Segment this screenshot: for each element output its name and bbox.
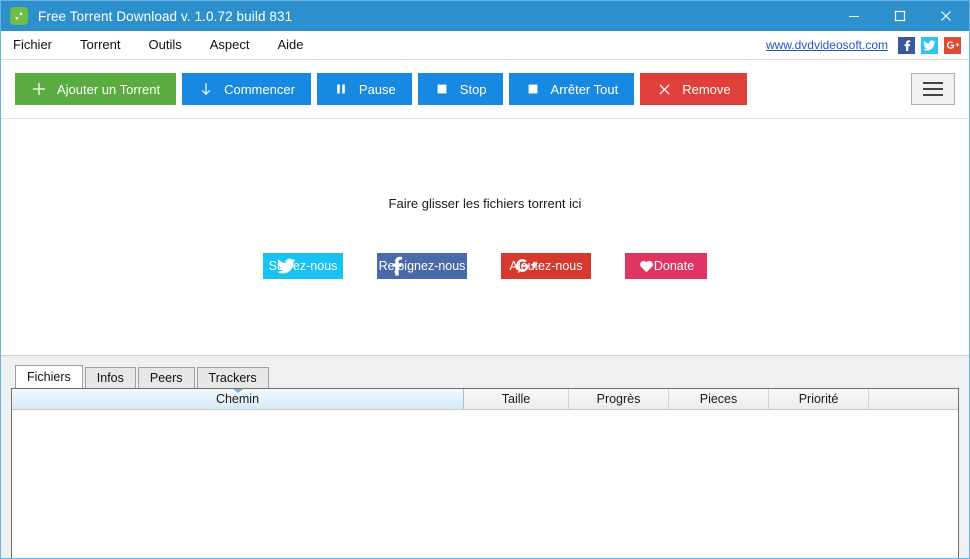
column-header-progres[interactable]: Progrès — [569, 389, 669, 409]
hamburger-line-1 — [923, 82, 943, 84]
maximize-button[interactable] — [877, 1, 923, 31]
pause-icon — [333, 81, 349, 97]
column-header-priorite[interactable]: Priorité — [769, 389, 869, 409]
stop-all-button[interactable]: Arrêter Tout — [508, 73, 635, 105]
hamburger-line-3 — [923, 94, 943, 96]
donate-sibling-label: Ajoutez-nous — [509, 259, 583, 273]
torrent-drop-area[interactable]: Faire glisser les fichiers torrent ici S… — [1, 118, 969, 355]
stop-all-square-icon — [525, 81, 541, 97]
menu-item-outils[interactable]: Outils — [134, 31, 195, 59]
tab-fichiers[interactable]: Fichiers — [15, 365, 83, 388]
window-title: Free Torrent Download v. 1.0.72 build 83… — [38, 8, 293, 24]
maximize-icon — [894, 10, 906, 22]
menu-bar: Fichier Torrent Outils Aspect Aide www.d… — [1, 31, 969, 60]
minimize-button[interactable] — [831, 1, 877, 31]
plus-icon — [31, 81, 47, 97]
column-header-taille[interactable]: Taille — [464, 389, 569, 409]
facebook-icon[interactable] — [898, 36, 915, 54]
start-button[interactable]: Commencer — [182, 73, 311, 105]
stop-all-label: Arrêter Tout — [550, 81, 619, 97]
add-googleplus-button[interactable]: Ajoutez-nous — [501, 253, 591, 279]
stop-label: Stop — [459, 81, 487, 97]
column-header-chemin[interactable]: Chemin — [12, 389, 464, 409]
promo-social-row: Suivez-nous Rejoignez-nous Ajoutez-nous … — [263, 253, 707, 279]
remove-label: Remove — [682, 81, 731, 97]
sort-descending-icon — [232, 389, 243, 393]
drop-hint-text: Faire glisser les fichiers torrent ici — [388, 196, 582, 211]
add-torrent-button[interactable]: Ajouter un Torrent — [15, 73, 177, 105]
minimize-icon — [849, 16, 859, 17]
hamburger-menu-button[interactable] — [911, 73, 955, 105]
menu-item-aide[interactable]: Aide — [263, 31, 317, 59]
add-torrent-label: Ajouter un Torrent — [57, 81, 161, 97]
tab-infos[interactable]: Infos — [84, 367, 136, 388]
tab-peers[interactable]: Peers — [137, 367, 195, 388]
menu-bar-right: www.dvdvideosoft.com — [766, 31, 961, 59]
column-header-pieces[interactable]: Pieces — [669, 389, 769, 409]
donate-button[interactable]: Donate — [625, 253, 707, 279]
follow-twitter-label: Suivez-nous — [268, 259, 338, 273]
application-window: Free Torrent Download v. 1.0.72 build 83… — [0, 0, 970, 559]
download-arrow-icon — [198, 81, 214, 97]
column-header-chemin-label: Chemin — [215, 392, 260, 406]
details-panel: Fichiers Infos Peers Trackers Chemin Tai… — [1, 355, 969, 558]
join-facebook-label: Rejoignez-nous — [378, 259, 466, 273]
remove-button[interactable]: Remove — [640, 73, 747, 105]
menu-item-torrent[interactable]: Torrent — [66, 31, 134, 59]
menu-item-fichier[interactable]: Fichier — [1, 31, 66, 59]
app-icon — [10, 7, 28, 25]
details-tabstrip: Fichiers Infos Peers Trackers — [11, 365, 959, 388]
stop-square-icon — [434, 81, 450, 97]
close-button[interactable] — [923, 1, 969, 31]
files-list-header: Chemin Taille Progrès Pieces Priorité — [12, 389, 958, 410]
start-label: Commencer — [224, 81, 295, 97]
join-facebook-button[interactable]: Rejoignez-nous — [377, 253, 467, 279]
twitter-icon[interactable] — [921, 36, 938, 54]
files-list-rows[interactable] — [12, 410, 958, 558]
toolbar: Ajouter un Torrent Commencer Pause Stop … — [1, 60, 969, 118]
title-bar: Free Torrent Download v. 1.0.72 build 83… — [1, 1, 969, 31]
window-controls — [831, 1, 969, 31]
close-icon — [941, 11, 951, 21]
hamburger-line-2 — [923, 88, 943, 90]
close-x-icon — [656, 81, 672, 97]
follow-twitter-button[interactable]: Suivez-nous — [263, 253, 343, 279]
files-list: Chemin Taille Progrès Pieces Priorité — [11, 388, 959, 558]
pause-button[interactable]: Pause — [316, 73, 412, 105]
website-link[interactable]: www.dvdvideosoft.com — [766, 38, 888, 52]
heart-icon — [639, 259, 654, 273]
column-header-filler — [869, 389, 958, 409]
tab-trackers[interactable]: Trackers — [196, 367, 269, 388]
googleplus-icon[interactable] — [944, 36, 961, 54]
menu-item-aspect[interactable]: Aspect — [196, 31, 264, 59]
donate-label: Donate — [653, 259, 695, 273]
stop-button[interactable]: Stop — [417, 73, 503, 105]
pause-label: Pause — [358, 81, 396, 97]
